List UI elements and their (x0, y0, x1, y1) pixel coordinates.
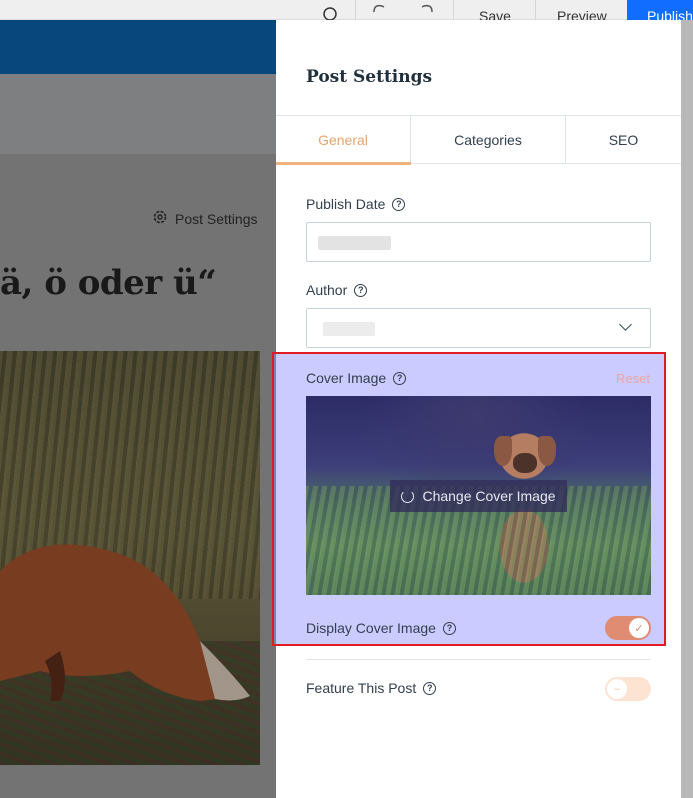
help-icon[interactable]: ? (392, 197, 406, 211)
display-cover-image-label: Display Cover Image ? (306, 620, 456, 636)
help-icon[interactable]: ? (354, 283, 368, 297)
dog-ear-left (494, 436, 512, 466)
publish-date-redacted (318, 236, 391, 250)
chevron-down-icon (619, 318, 632, 331)
publish-date-label: Publish Date ? (306, 196, 406, 212)
cover-image-label-text: Cover Image (306, 370, 387, 386)
publish-date-label-text: Publish Date (306, 196, 386, 212)
display-cover-image-toggle[interactable]: ✓ (605, 616, 651, 640)
publish-button[interactable]: Publish (627, 0, 693, 24)
toolbar-divider (535, 0, 536, 20)
tab-seo[interactable]: SEO (566, 116, 681, 164)
help-icon[interactable]: ? (393, 371, 407, 385)
editor-dim-overlay (0, 20, 276, 798)
feature-this-post-label: Feature This Post ? (306, 680, 437, 696)
dog-muzzle (513, 453, 537, 473)
toolbar-divider (355, 0, 356, 20)
refresh-icon (401, 489, 415, 503)
cover-image-label: Cover Image ? (306, 370, 407, 386)
tab-general[interactable]: General (276, 116, 411, 165)
settings-tabs: General Categories SEO (276, 115, 681, 165)
author-redacted (323, 322, 375, 336)
change-cover-image-label: Change Cover Image (422, 488, 556, 504)
checkmark-icon: ✓ (629, 618, 649, 638)
reset-link[interactable]: Reset (616, 371, 650, 386)
feature-this-post-toggle[interactable]: – (605, 677, 651, 701)
help-icon[interactable]: ? (442, 621, 456, 635)
editor-toolbar: Save Preview Publish (0, 0, 693, 24)
minus-icon: – (607, 679, 627, 699)
dog-ear-right (538, 436, 556, 466)
author-label: Author ? (306, 282, 368, 298)
tab-categories[interactable]: Categories (411, 116, 566, 164)
toolbar-divider (453, 0, 454, 20)
help-icon[interactable]: ? (423, 681, 437, 695)
feature-this-post-label-text: Feature This Post (306, 680, 417, 696)
post-settings-panel: Post Settings General Categories SEO Pub… (272, 20, 681, 798)
undo-icon[interactable] (370, 0, 388, 20)
author-label-text: Author (306, 282, 348, 298)
author-select[interactable] (306, 308, 651, 348)
panel-title: Post Settings (306, 67, 433, 87)
change-cover-image-button[interactable]: Change Cover Image (390, 480, 567, 512)
redo-icon[interactable] (418, 0, 436, 20)
right-edge-strip (680, 20, 693, 798)
divider (306, 659, 651, 660)
publish-date-input[interactable] (306, 222, 651, 262)
display-cover-image-label-text: Display Cover Image (306, 620, 436, 636)
